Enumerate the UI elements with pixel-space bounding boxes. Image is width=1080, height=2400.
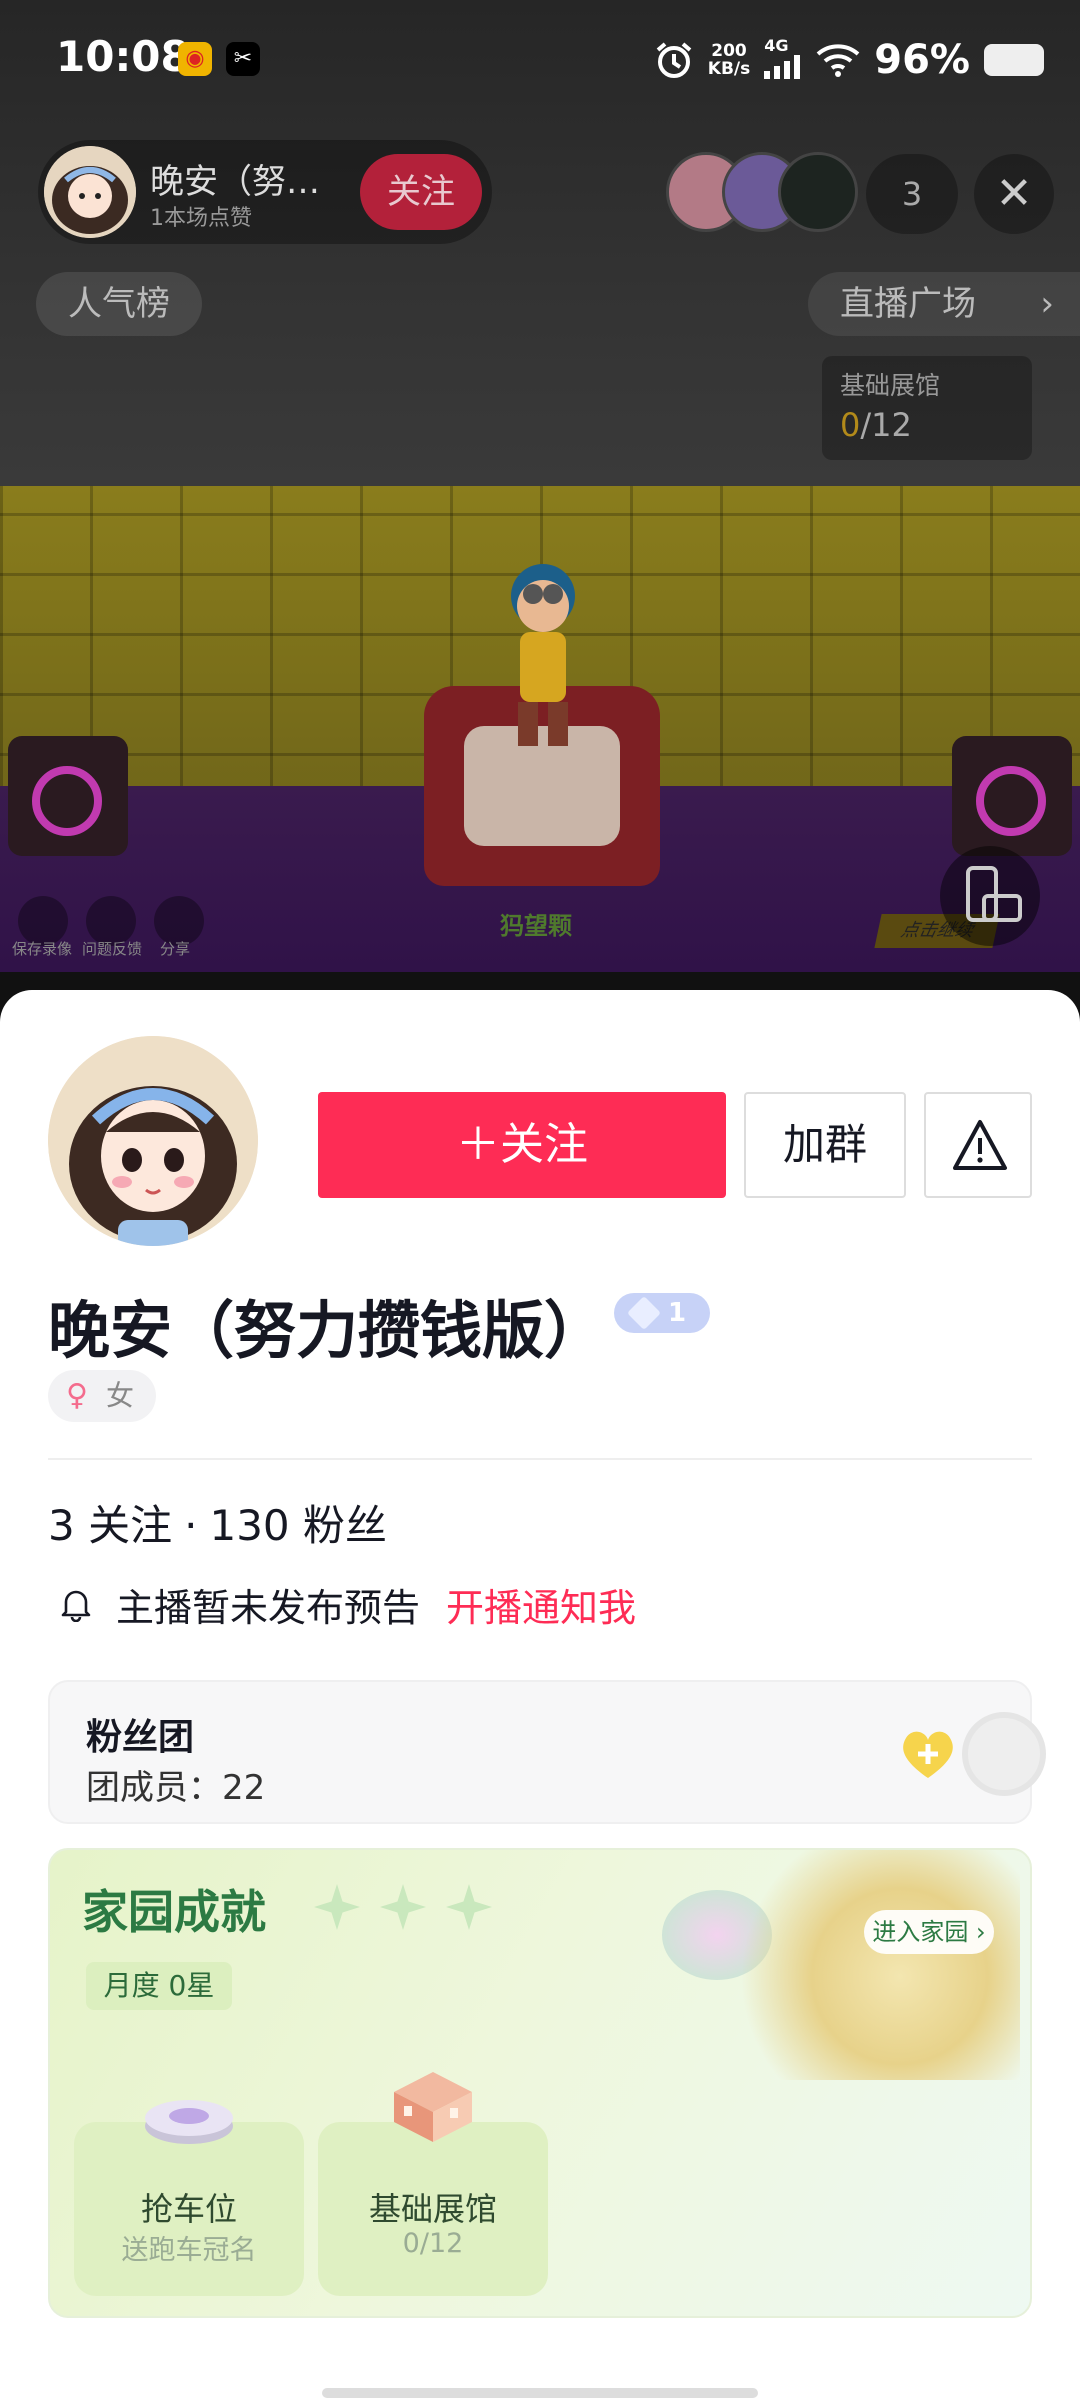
alarm-icon xyxy=(656,41,692,78)
speaker-right xyxy=(952,736,1072,856)
host-info-pill[interactable]: 晚安（努… 1本场点赞 关注 xyxy=(38,140,492,244)
notify-me-link[interactable]: 开播通知我 xyxy=(446,1577,636,1632)
star-icon xyxy=(446,1884,492,1930)
home-tile-expo[interactable]: 基础展馆 0/12 xyxy=(318,2072,548,2296)
gender-tag: ♀ 女 xyxy=(48,1370,156,1422)
level-badge: 1 xyxy=(614,1293,710,1333)
chevron-right-icon: › xyxy=(1040,284,1054,324)
fan-club-members: 团成员：22 xyxy=(86,1768,266,1808)
fan-club-badge xyxy=(962,1712,1046,1796)
report-button[interactable] xyxy=(924,1092,1032,1198)
bell-icon xyxy=(61,1590,91,1622)
save-recording-label: 保存录像 xyxy=(12,940,73,958)
home-stars xyxy=(314,1884,492,1930)
home-monthly-stars: 月度 0星 xyxy=(86,1962,232,2010)
fan-club-card[interactable]: 粉丝团 团成员：22 xyxy=(48,1680,1046,1824)
tile-subtitle: 送跑车冠名 xyxy=(121,2235,257,2266)
fan-club-title: 粉丝团 xyxy=(86,1717,195,1758)
tile-title: 抢车位 xyxy=(140,2190,237,2228)
fan-heart-icon xyxy=(903,1731,953,1778)
wifi-icon xyxy=(816,43,860,77)
profile-nickname: 晚安（努力攒钱版） xyxy=(48,1294,607,1367)
profile-avatar[interactable] xyxy=(48,1036,258,1246)
tile-title: 基础展馆 xyxy=(368,2190,497,2228)
home-tile-parking[interactable]: 抢车位 送跑车冠名 xyxy=(74,2100,304,2296)
follow-button[interactable]: ＋关注 xyxy=(318,1092,726,1198)
plus-icon: ＋ xyxy=(456,1119,500,1170)
battery-icon xyxy=(984,43,1044,76)
battery-percent: 96% xyxy=(874,36,970,83)
host-name: 晚安（努… xyxy=(150,162,320,202)
follow-label: 关注 xyxy=(500,1119,588,1170)
expo-progress-widget[interactable]: 基础展馆 0/12 xyxy=(822,356,1032,460)
expo-progress: 0/12 xyxy=(840,406,912,444)
viewer-avatar[interactable] xyxy=(778,152,858,232)
status-time: 10:08 xyxy=(56,32,190,81)
live-plaza-label: 直播广场 xyxy=(840,284,976,324)
warning-icon xyxy=(953,1120,1007,1170)
status-bar: 10:08 ◉ ✂ 200 KB/s 4G 96% xyxy=(0,0,1080,120)
rotate-screen-icon[interactable] xyxy=(940,846,1040,946)
follow-stats: 3 关注 · 130 粉丝 xyxy=(48,1501,388,1550)
speaker-left xyxy=(8,736,128,856)
signal-icon xyxy=(764,55,801,79)
tile-subtitle: 0/12 xyxy=(402,2228,464,2259)
following-count[interactable]: 3 关注 xyxy=(48,1501,172,1550)
join-group-button[interactable]: 加群 xyxy=(744,1092,906,1198)
diamond-icon xyxy=(627,1296,661,1330)
expo-title: 基础展馆 xyxy=(840,371,941,400)
game-character xyxy=(511,564,575,746)
home-building-image xyxy=(720,1850,1020,2080)
live-notice-row: 主播暂未发布预告 开播通知我 xyxy=(58,1574,636,1634)
popularity-rank-button[interactable]: 人气榜 xyxy=(36,272,202,336)
status-right: 200 KB/s 4G 96% xyxy=(654,36,1044,83)
star-icon xyxy=(314,1884,360,1930)
share-label: 分享 xyxy=(160,940,191,958)
enter-home-button[interactable]: 进入家园 › xyxy=(864,1910,994,1954)
host-profile-sheet: ＋关注 加群 晚安（努力攒钱版） 1 ♀ 女 3 关注 · 130 粉丝 主播暂未发布… xyxy=(0,990,1080,2400)
home-title: 家园成就 xyxy=(82,1885,266,1939)
home-indicator[interactable] xyxy=(322,2388,758,2398)
disc-icon xyxy=(145,2100,233,2144)
fans-count[interactable]: 130 粉丝 xyxy=(209,1501,387,1550)
network-speed: 200 KB/s xyxy=(707,40,751,79)
live-room-header: 10:08 ◉ ✂ 200 KB/s 4G 96% 晚安（努… 1本场点赞 关注 … xyxy=(0,0,1080,486)
network-type: 4G xyxy=(764,36,802,83)
feedback-label: 问题反馈 xyxy=(82,940,143,958)
notice-text: 主播暂未发布预告 xyxy=(116,1585,421,1630)
home-achievement-card[interactable]: 家园成就 月度 0星 进入家园 › 抢车位 送跑车冠名 基础展馆 0/12 xyxy=(48,1848,1032,2318)
scene-brand-text: 犸望颗 xyxy=(500,912,572,940)
host-avatar[interactable] xyxy=(44,146,136,238)
female-icon: ♀ xyxy=(66,1378,88,1413)
divider xyxy=(48,1458,1032,1460)
close-icon[interactable]: ✕ xyxy=(974,154,1054,234)
weibo-icon: ◉ xyxy=(178,42,212,76)
capcut-icon: ✂ xyxy=(226,42,260,76)
live-video-scene[interactable]: 保存录像 问题反馈 分享 犸望颗 点击继续 xyxy=(0,486,1080,972)
building-icon xyxy=(394,2072,472,2142)
viewer-count[interactable]: 3 xyxy=(866,154,958,234)
host-follow-button[interactable]: 关注 xyxy=(360,154,482,230)
live-plaza-button[interactable]: 直播广场 › xyxy=(808,272,1080,336)
star-icon xyxy=(380,1884,426,1930)
host-like-count: 1本场点赞 xyxy=(150,206,252,231)
